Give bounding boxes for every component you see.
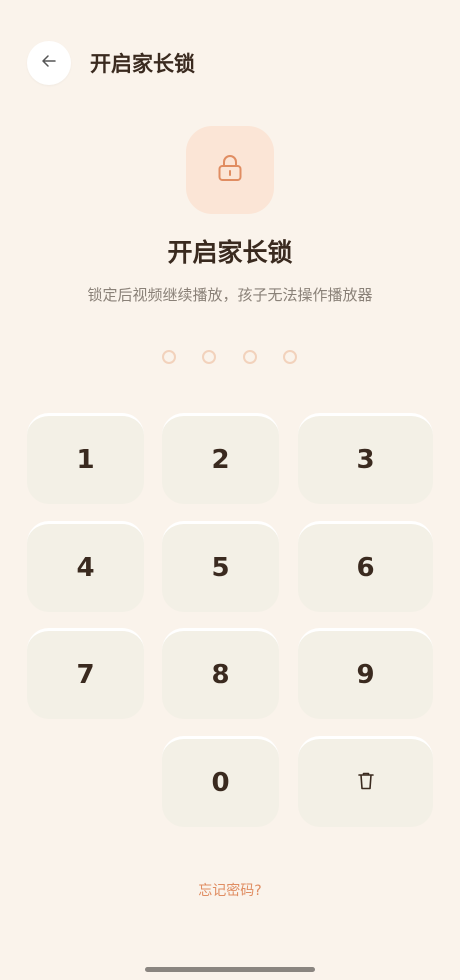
key-3[interactable]: 3 — [298, 413, 433, 504]
forgot-password-link[interactable]: 忘记密码? — [0, 881, 460, 901]
page-title: 开启家长锁 — [90, 52, 195, 76]
pin-dot — [283, 350, 297, 364]
key-8[interactable]: 8 — [162, 628, 279, 719]
pin-dot — [243, 350, 257, 364]
key-5[interactable]: 5 — [162, 521, 279, 612]
delete-button[interactable] — [298, 736, 433, 827]
key-label: 7 — [76, 660, 95, 690]
pin-dot — [202, 350, 216, 364]
pin-dot — [162, 350, 176, 364]
key-label: 4 — [76, 553, 95, 583]
trash-icon — [357, 768, 375, 798]
key-1[interactable]: 1 — [27, 413, 144, 504]
key-label: 2 — [211, 445, 230, 475]
key-9[interactable]: 9 — [298, 628, 433, 719]
lock-icon — [216, 153, 244, 187]
back-button[interactable] — [27, 41, 71, 85]
key-label: 3 — [356, 445, 375, 475]
key-6[interactable]: 6 — [298, 521, 433, 612]
key-label: 8 — [211, 660, 230, 690]
key-0[interactable]: 0 — [162, 736, 279, 827]
home-indicator[interactable] — [145, 967, 315, 972]
key-4[interactable]: 4 — [27, 521, 144, 612]
key-2[interactable]: 2 — [162, 413, 279, 504]
hero-subtitle: 锁定后视频继续播放，孩子无法操作播放器 — [87, 286, 373, 304]
key-label: 6 — [356, 553, 375, 583]
key-label: 9 — [356, 660, 375, 690]
key-label: 1 — [76, 445, 95, 475]
key-label: 5 — [211, 553, 230, 583]
key-7[interactable]: 7 — [27, 628, 144, 719]
key-label: 0 — [211, 768, 230, 798]
hero-title: 开启家长锁 — [167, 238, 293, 267]
arrow-left-icon — [40, 52, 58, 74]
lock-icon-tile — [186, 126, 274, 214]
